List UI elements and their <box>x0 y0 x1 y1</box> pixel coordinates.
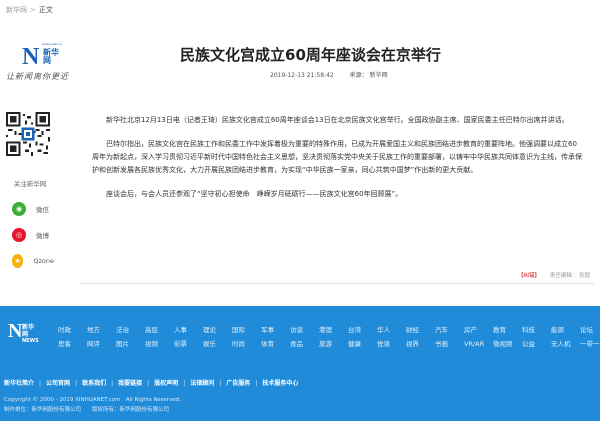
site-footer: N 新华网 NEWS 时政 地方 法治 高层 人事 理论 国际 军事 访谈 港澳 台湾 华人 财经 汽车房… <box>0 306 600 421</box>
article-title: 民族文化宫成立60周年座谈会在京举行 <box>180 46 441 64</box>
footer-nav-item[interactable]: 论坛 <box>580 324 600 334</box>
share-qzone-button[interactable]: ★ Qzone <box>6 250 54 272</box>
footer-link-company[interactable]: 公司官网 <box>46 380 70 387</box>
footer-nav-item[interactable]: 视频 <box>145 338 174 348</box>
footer-nav-item[interactable]: 娱乐 <box>203 338 232 348</box>
footer-nav-item[interactable]: 地方 <box>87 324 116 334</box>
footer-nav-item[interactable]: 健康 <box>348 338 377 348</box>
footer-link-linkus[interactable]: 我要链接 <box>118 380 142 387</box>
footer-nav-item[interactable]: 悦读 <box>377 338 406 348</box>
share-label: Qzone <box>33 257 54 265</box>
qr-code <box>6 112 50 156</box>
weibo-icon: ◎ <box>12 228 26 242</box>
footer-nav-item[interactable]: 科技 <box>522 324 551 334</box>
footer-link-ads[interactable]: 广告服务 <box>226 380 250 387</box>
footer-nav-item[interactable]: 微视频 <box>493 338 522 348</box>
footer-logo-n-glyph: N <box>8 320 23 342</box>
footer-nav-item[interactable]: 时尚 <box>232 338 261 348</box>
footer-nav-row-1: 时政 地方 法治 高层 人事 理论 国际 军事 访谈 港澳 台湾 华人 财经 汽车 房产 教育 科技 能源 论坛 <box>58 324 600 334</box>
footer-producer: 制作单位：新华网股份有限公司 版权所有：新华网股份有限公司 <box>4 407 170 413</box>
footer-nav-item[interactable]: 视界 <box>406 338 435 348</box>
logo-n-glyph: N <box>22 44 39 70</box>
link-separator: | <box>39 380 42 387</box>
report-error-link[interactable]: 【纠错】 <box>518 273 540 279</box>
footer-nav-item[interactable]: 能源 <box>551 324 580 334</box>
article-editor: 责任编辑： 张圆 <box>549 273 590 279</box>
link-separator: | <box>111 380 114 387</box>
logo-cn-text: 新华网 <box>43 48 59 65</box>
footer-nav-item[interactable]: VR/AR <box>464 340 493 348</box>
footer-nav-item[interactable]: 思客 <box>58 338 87 348</box>
footer-nav-item[interactable]: 高层 <box>145 324 174 334</box>
link-separator: | <box>255 380 258 387</box>
footer-nav-item[interactable]: 华人 <box>377 324 406 334</box>
article-paragraph: 座谈会后，与会人员还参观了“坚守初心担使命 峥嵘岁月砥砺行——民族文化宫60年回… <box>106 190 403 198</box>
link-separator: | <box>183 380 186 387</box>
footer-nav-item[interactable]: 访谈 <box>290 324 319 334</box>
footer-nav-item[interactable]: 旅游 <box>319 338 348 348</box>
qr-code-image <box>6 112 50 156</box>
footer-links: 新华社简介 | 公司官网 | 联系我们 | 我要链接 | 版权声明 | 法律顾问 | 广告服务 | 技术服务… <box>4 378 298 387</box>
footer-link-copyright[interactable]: 版权声明 <box>154 380 178 387</box>
article-source: 来源： 新华网 <box>349 72 388 79</box>
logo-small-text: www.news.cn <box>42 42 63 46</box>
article-body: 新华社北京12月13日电（记者王琦）民族文化宫成立60周年座谈会13日在北京民族… <box>92 114 582 212</box>
footer-logo[interactable]: N 新华网 NEWS <box>8 318 42 352</box>
footer-logo-en: NEWS <box>22 338 39 344</box>
wechat-icon: ◉ <box>12 202 26 216</box>
footer-nav-item[interactable]: 彩票 <box>174 338 203 348</box>
site-logo[interactable]: N www.news.cn 新华网 让新闻离你更近 <box>6 40 76 86</box>
article-paragraph: 新华社北京12月13日电（记者王琦）民族文化宫成立60周年座谈会13日在北京民族… <box>106 116 569 124</box>
footer-nav-item[interactable]: 食品 <box>290 338 319 348</box>
link-separator: | <box>219 380 222 387</box>
link-separator: | <box>147 380 150 387</box>
share-weibo-button[interactable]: ◎ 微博 <box>6 224 54 246</box>
share-wechat-button[interactable]: ◉ 微信 <box>6 198 54 220</box>
footer-nav-item[interactable]: 一带一路 <box>580 338 600 348</box>
footer-link-legal[interactable]: 法律顾问 <box>190 380 214 387</box>
footer-nav-item[interactable]: 无人机 <box>551 338 580 348</box>
footer-nav-item[interactable]: 港澳 <box>319 324 348 334</box>
footer-nav-item[interactable]: 体育 <box>261 338 290 348</box>
footer-link-tech[interactable]: 技术服务中心 <box>262 380 298 387</box>
article-footnote: 【纠错】 责任编辑： 张圆 <box>518 271 590 279</box>
footer-nav-item[interactable]: 台湾 <box>348 324 377 334</box>
footer-nav-item[interactable]: 人事 <box>174 324 203 334</box>
footer-logo-cn: 新华网 <box>22 324 35 338</box>
footer-nav-item[interactable]: 国际 <box>232 324 261 334</box>
breadcrumb: 新华网 > 正文 <box>6 5 53 15</box>
breadcrumb-separator: > <box>30 6 36 14</box>
footer-nav-item[interactable]: 公益 <box>522 338 551 348</box>
footer-nav-item[interactable]: 汽车 <box>435 324 464 334</box>
qzone-icon: ★ <box>12 254 24 268</box>
share-sidebar: 关注新华网 ◉ 微信 ◎ 微博 ★ Qzone <box>6 112 54 272</box>
article-meta: 2019-12-13 21:58:42 来源： 新华网 <box>270 70 402 79</box>
footer-nav-item[interactable]: 网评 <box>87 338 116 348</box>
footer-nav-item[interactable]: 财经 <box>406 324 435 334</box>
footer-nav-item[interactable]: 军事 <box>261 324 290 334</box>
footer-nav-item[interactable]: 教育 <box>493 324 522 334</box>
logo-mark: N www.news.cn 新华网 <box>22 40 62 70</box>
footer-nav-item[interactable]: 理论 <box>203 324 232 334</box>
article-paragraph: 巴特尔指出，民族文化宫在民族工作和民委工作中发挥着极为重要的特殊作用，已成为开展… <box>92 140 582 174</box>
link-separator: | <box>75 380 78 387</box>
footer-copyright: Copyright © 2000 - 2019 XINHUANET.com Al… <box>4 397 181 403</box>
footer-link-contact[interactable]: 联系我们 <box>82 380 106 387</box>
follow-label: 关注新华网 <box>13 180 47 188</box>
logo-slogan: 让新闻离你更近 <box>6 72 69 81</box>
content-divider <box>80 283 594 284</box>
article-datetime: 2019-12-13 21:58:42 <box>270 72 334 79</box>
footer-nav-item[interactable]: 时政 <box>58 324 87 334</box>
footer-nav-row-2: 思客 网评 图片 视频 彩票 娱乐 时尚 体育 食品 旅游 健康 悦读 视界 书画 VR/AR 微视频 公益 无人… <box>58 338 600 348</box>
footer-nav-item[interactable]: 图片 <box>116 338 145 348</box>
footer-link-about[interactable]: 新华社简介 <box>4 380 34 387</box>
share-label: 微信 <box>36 206 49 214</box>
footer-nav-item[interactable]: 书画 <box>435 338 464 348</box>
footer-nav-item[interactable]: 房产 <box>464 324 493 334</box>
share-label: 微博 <box>36 232 49 240</box>
footer-nav-item[interactable]: 法治 <box>116 324 145 334</box>
breadcrumb-home-link[interactable]: 新华网 <box>6 6 27 14</box>
breadcrumb-current: 正文 <box>38 6 53 14</box>
